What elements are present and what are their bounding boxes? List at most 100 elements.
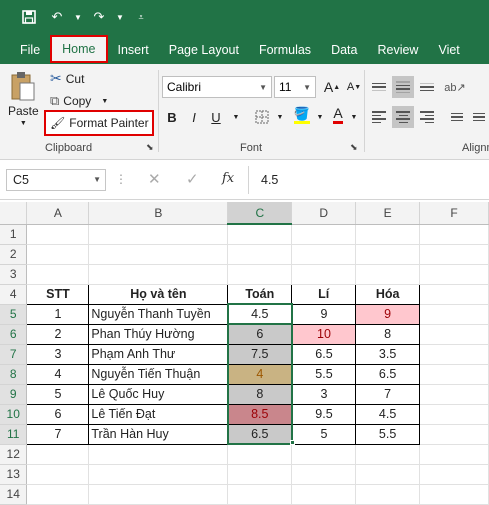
cell[interactable]	[26, 264, 90, 285]
cancel-icon[interactable]: ✕	[148, 170, 161, 188]
column-header[interactable]: D	[291, 202, 357, 225]
header-cell-chemistry[interactable]: Hóa	[355, 283, 421, 305]
column-header[interactable]: E	[355, 202, 421, 225]
cell[interactable]	[419, 484, 489, 505]
cell[interactable]: 4	[26, 363, 90, 385]
redo-dropdown-icon[interactable]: ▼	[116, 6, 124, 28]
cell[interactable]	[419, 404, 489, 425]
underline-button[interactable]: U	[206, 106, 226, 128]
cell[interactable]	[26, 224, 90, 245]
redo-icon[interactable]: ↷	[88, 6, 110, 28]
enter-checkmark-icon[interactable]: ✓	[186, 170, 199, 188]
cell[interactable]	[227, 244, 293, 265]
save-icon[interactable]	[18, 6, 40, 28]
tab-file[interactable]: File	[10, 36, 50, 64]
tab-review[interactable]: Review	[367, 36, 428, 64]
cell[interactable]	[88, 224, 229, 245]
paste-button[interactable]: Paste ▼	[8, 70, 39, 127]
bold-button[interactable]: B	[162, 106, 182, 128]
cell[interactable]: Nguyễn Tiến Thuận	[88, 363, 229, 385]
fill-color-icon[interactable]: 🪣	[292, 104, 312, 126]
tab-formulas[interactable]: Formulas	[249, 36, 321, 64]
clipboard-launcher-icon[interactable]: ⬊	[146, 142, 154, 153]
cell[interactable]	[355, 224, 421, 245]
name-box[interactable]: C5 ▼	[6, 169, 106, 191]
cell[interactable]	[419, 324, 489, 345]
underline-dropdown-icon[interactable]: ▼	[226, 106, 246, 128]
cell[interactable]	[227, 264, 293, 285]
cell[interactable]: 9	[355, 303, 421, 325]
align-center-icon[interactable]	[392, 106, 414, 128]
tab-page-layout[interactable]: Page Layout	[159, 36, 249, 64]
decrease-indent-icon[interactable]	[444, 106, 466, 128]
cell[interactable]	[88, 464, 229, 485]
cell[interactable]	[419, 364, 489, 385]
cell[interactable]	[419, 284, 489, 305]
column-header[interactable]: A	[26, 202, 90, 225]
cell[interactable]: 8	[355, 323, 421, 345]
cell[interactable]	[291, 484, 357, 505]
borders-dropdown-icon[interactable]: ▼	[270, 106, 290, 128]
cell[interactable]: 2	[26, 323, 90, 345]
cell[interactable]	[291, 444, 357, 465]
row-header[interactable]: 13	[0, 464, 28, 485]
cell[interactable]	[88, 244, 229, 265]
cell[interactable]: Trần Hàn Huy	[88, 423, 229, 445]
row-header[interactable]: 6	[0, 324, 28, 345]
row-header[interactable]: 3	[0, 264, 28, 285]
row-header[interactable]: 5	[0, 304, 28, 325]
cell[interactable]	[291, 244, 357, 265]
cell[interactable]: Lê Tiến Đạt	[88, 403, 229, 425]
cell[interactable]: 5.5	[355, 423, 421, 445]
italic-button[interactable]: I	[184, 106, 204, 128]
cell[interactable]: 7	[355, 383, 421, 405]
cell[interactable]	[227, 444, 293, 465]
row-header[interactable]: 10	[0, 404, 28, 425]
undo-dropdown-icon[interactable]: ▼	[74, 6, 82, 28]
cell[interactable]: 8.5	[226, 403, 293, 425]
cell[interactable]	[26, 444, 90, 465]
cell[interactable]	[419, 424, 489, 445]
cell[interactable]: 3	[26, 343, 90, 365]
cell[interactable]: Lê Quốc Huy	[88, 383, 229, 405]
cell[interactable]	[419, 444, 489, 465]
cell[interactable]: 6	[26, 403, 90, 425]
orientation-icon[interactable]: ab↗	[444, 76, 466, 98]
cell[interactable]	[291, 224, 357, 245]
cell[interactable]: 4.5	[355, 403, 421, 425]
cell[interactable]: Phan Thúy Hường	[88, 323, 229, 345]
cell[interactable]	[291, 464, 357, 485]
column-header[interactable]: B	[88, 202, 229, 225]
cell[interactable]: 6.5	[291, 343, 357, 365]
fill-color-dropdown-icon[interactable]: ▼	[310, 106, 330, 128]
cell[interactable]: 1	[26, 303, 90, 325]
row-header[interactable]: 1	[0, 224, 28, 245]
cell[interactable]: 5	[291, 423, 357, 445]
copy-button[interactable]: ⧉ Copy ▼	[50, 93, 108, 109]
cell[interactable]	[355, 464, 421, 485]
cell[interactable]	[26, 244, 90, 265]
row-header[interactable]: 14	[0, 484, 28, 505]
cell[interactable]: 7.5	[226, 343, 293, 365]
cell[interactable]: Phạm Anh Thư	[88, 343, 229, 365]
cell[interactable]	[419, 264, 489, 285]
cell[interactable]	[419, 244, 489, 265]
customize-qat-icon[interactable]: ⩡	[130, 6, 152, 28]
align-right-icon[interactable]	[416, 106, 438, 128]
cell[interactable]	[88, 444, 229, 465]
column-header[interactable]: C	[227, 202, 293, 225]
undo-icon[interactable]: ↶	[46, 6, 68, 28]
select-all-corner[interactable]	[0, 202, 28, 225]
cell[interactable]	[26, 484, 90, 505]
row-header[interactable]: 9	[0, 384, 28, 405]
cell[interactable]	[419, 224, 489, 245]
header-cell-math[interactable]: Toán	[227, 283, 293, 305]
tab-data[interactable]: Data	[321, 36, 367, 64]
cell[interactable]	[355, 244, 421, 265]
active-cell[interactable]: 4.5	[226, 303, 293, 325]
fill-handle[interactable]	[290, 440, 295, 445]
cell[interactable]	[227, 224, 293, 245]
cell[interactable]	[227, 484, 293, 505]
worksheet-grid[interactable]: A B C D E F 1 2 3 4 STT Họ và tên Toán L…	[0, 202, 489, 505]
align-middle-icon[interactable]	[392, 76, 414, 98]
